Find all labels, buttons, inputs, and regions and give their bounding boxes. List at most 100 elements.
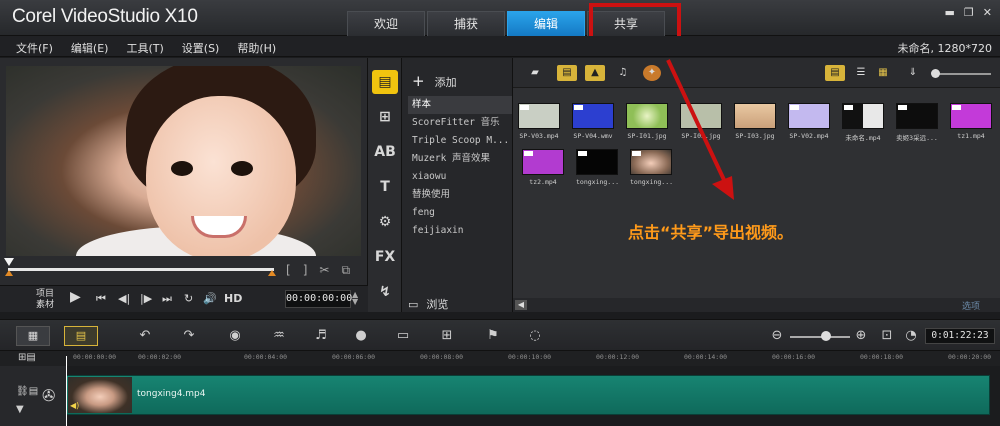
show-video-icon[interactable]: ▤	[557, 65, 577, 81]
track-options-icon[interactable]: ⛓▤	[16, 386, 38, 397]
title-bar: Corel VideoStudio X10 欢迎 捕获 编辑 共享 ▬ ❐ ✕	[0, 0, 1000, 36]
media-thumbnail[interactable]: tongxing...	[576, 149, 618, 186]
scroll-left-icon[interactable]: ◀	[515, 300, 527, 310]
thumbnail-view-icon[interactable]: ▤	[825, 65, 845, 81]
fit-project-icon[interactable]: ⊡	[876, 327, 898, 345]
split-icon[interactable]: ✂	[319, 263, 329, 278]
menu-file[interactable]: 文件(F)	[16, 40, 53, 56]
zoom-slider[interactable]	[790, 336, 850, 338]
mode-project[interactable]: 项目	[36, 289, 54, 300]
play-mode-labels[interactable]: 项目 素材	[36, 289, 54, 311]
folder-item[interactable]: Muzerk 声音效果	[408, 150, 512, 168]
media-thumbnail[interactable]: 卖姬3采远...	[896, 103, 938, 142]
media-thumbnail[interactable]: SP-I02.jpg	[680, 103, 722, 140]
folder-icon[interactable]: ▰	[525, 65, 545, 81]
browse-button[interactable]: ▭ 浏览	[408, 296, 448, 312]
tab-welcome[interactable]: 欢迎	[347, 11, 425, 36]
folder-item[interactable]: feng	[408, 204, 512, 222]
library-scrollbar[interactable]: ◀ 选项	[513, 298, 1000, 312]
close-icon[interactable]: ✕	[983, 6, 992, 19]
graphic-icon[interactable]: ⚙	[372, 210, 398, 234]
folder-item[interactable]: ScoreFitter 音乐	[408, 114, 512, 132]
timeline-playhead[interactable]	[66, 356, 67, 426]
title-icon[interactable]: T	[372, 175, 398, 199]
zoom-out-icon[interactable]: ⊖	[766, 327, 788, 345]
show-photo-icon[interactable]: ▲	[585, 65, 605, 81]
media-thumbnail[interactable]: SP-V04.wmv	[572, 103, 614, 140]
add-folder-button[interactable]: + 添加	[412, 72, 457, 90]
options-button[interactable]: 选项	[962, 299, 980, 312]
mode-clip[interactable]: 素材	[36, 300, 54, 311]
stock-media-icon[interactable]: ✦	[643, 65, 661, 81]
undo-icon[interactable]: ↶	[134, 327, 156, 345]
media-thumbnail[interactable]: SP-V02.mp4	[788, 103, 830, 140]
media-thumbnail[interactable]: SP-I01.jpg	[626, 103, 668, 140]
menu-edit[interactable]: 编辑(E)	[71, 40, 109, 56]
end-icon[interactable]: ⏭	[162, 292, 172, 306]
menu-settings[interactable]: 设置(S)	[182, 40, 220, 56]
tab-capture[interactable]: 捕获	[427, 11, 505, 36]
record-capture-icon[interactable]: ◉	[224, 327, 246, 345]
redo-icon[interactable]: ↷	[178, 327, 200, 345]
time-remapping-icon[interactable]: ⚑	[482, 327, 504, 345]
path-icon[interactable]: ↯	[372, 280, 398, 304]
zoom-slider-knob[interactable]	[821, 331, 831, 341]
media-thumbnail[interactable]: tz2.mp4	[522, 149, 564, 186]
multi-camera-icon[interactable]: ⊞	[436, 327, 458, 345]
restore-icon[interactable]: ❐	[964, 6, 974, 19]
show-audio-icon[interactable]: ♫	[613, 65, 633, 81]
filter-icon[interactable]: FX	[372, 245, 398, 269]
folder-item[interactable]: 样本	[408, 96, 512, 114]
timeline-view-button[interactable]: ▤	[64, 326, 98, 346]
folder-item[interactable]: Triple Scoop M...	[408, 132, 512, 150]
zoom-in-icon[interactable]: ⊕	[850, 327, 872, 345]
hd-toggle[interactable]: HD	[224, 292, 242, 305]
menu-tools[interactable]: 工具(T)	[126, 40, 163, 56]
media-icon[interactable]: ▤	[372, 70, 398, 94]
auto-music-icon[interactable]: ♬	[310, 327, 332, 345]
grid-view-icon[interactable]: ▦	[873, 65, 893, 81]
video-clip[interactable]: ◀) tongxing4.mp4	[66, 375, 990, 415]
next-frame-icon[interactable]: |▶	[140, 292, 152, 305]
thumbnail-label: tz2.mp4	[529, 178, 557, 186]
audio-mixer-icon[interactable]: ♒	[268, 327, 290, 345]
media-thumbnail[interactable]: SP-V03.mp4	[518, 103, 560, 140]
storyboard-view-button[interactable]: ▦	[16, 326, 50, 346]
folder-item[interactable]: feijiaxin	[408, 222, 512, 240]
minimize-icon[interactable]: ▬	[945, 6, 955, 19]
subtitle-editor-icon[interactable]: ▭	[392, 327, 414, 345]
preview-timecode[interactable]: 00:00:00:00	[285, 290, 352, 308]
track-expand-icon[interactable]: ▼	[16, 404, 24, 415]
tab-edit[interactable]: 编辑	[507, 11, 585, 36]
thumbnail-size-knob[interactable]	[931, 69, 940, 78]
list-view-icon[interactable]: ☰	[851, 65, 871, 81]
mask-creator-icon[interactable]: ◌	[524, 327, 546, 345]
instant-project-icon[interactable]: ⊞	[372, 105, 398, 129]
prev-frame-icon[interactable]: ◀|	[118, 292, 130, 305]
folder-item[interactable]: 替换使用	[408, 186, 512, 204]
menu-help[interactable]: 帮助(H)	[237, 40, 276, 56]
motion-tracking-icon[interactable]: ●	[350, 327, 372, 345]
track-manager-icon[interactable]: ⊞▤	[18, 352, 36, 363]
scrubber-bar[interactable]	[8, 268, 274, 271]
play-icon[interactable]: ▶	[70, 289, 81, 305]
timecode-spinner[interactable]: ▲ ▼	[352, 291, 358, 306]
sort-icon[interactable]: ⇓	[903, 65, 923, 81]
trim-start-marker[interactable]	[5, 270, 13, 276]
media-thumbnail[interactable]: tongxing...	[630, 149, 672, 186]
scrubber-handle[interactable]	[4, 258, 14, 266]
enlarge-icon[interactable]: ⧉	[341, 263, 350, 278]
home-icon[interactable]: ⏮	[96, 292, 106, 306]
media-thumbnail[interactable]: tz1.mp4	[950, 103, 992, 140]
trim-end-marker[interactable]	[268, 270, 276, 276]
folder-item[interactable]: xiaowu	[408, 168, 512, 186]
repeat-icon[interactable]: ↻	[184, 292, 193, 305]
volume-icon[interactable]: 🔊	[203, 292, 217, 305]
media-thumbnail[interactable]: 未命名.mp4	[842, 103, 884, 142]
mark-in-icon[interactable]: [	[286, 263, 291, 278]
thumbnail-size-slider[interactable]	[933, 73, 991, 75]
transition-icon[interactable]: AB	[372, 140, 398, 164]
mark-out-icon[interactable]: ]	[303, 263, 308, 278]
media-thumbnail[interactable]: SP-I03.jpg	[734, 103, 776, 140]
timeline-ruler[interactable]: 00:00:00:00 00:00:02:00 00:00:04:00 00:0…	[0, 351, 1000, 366]
